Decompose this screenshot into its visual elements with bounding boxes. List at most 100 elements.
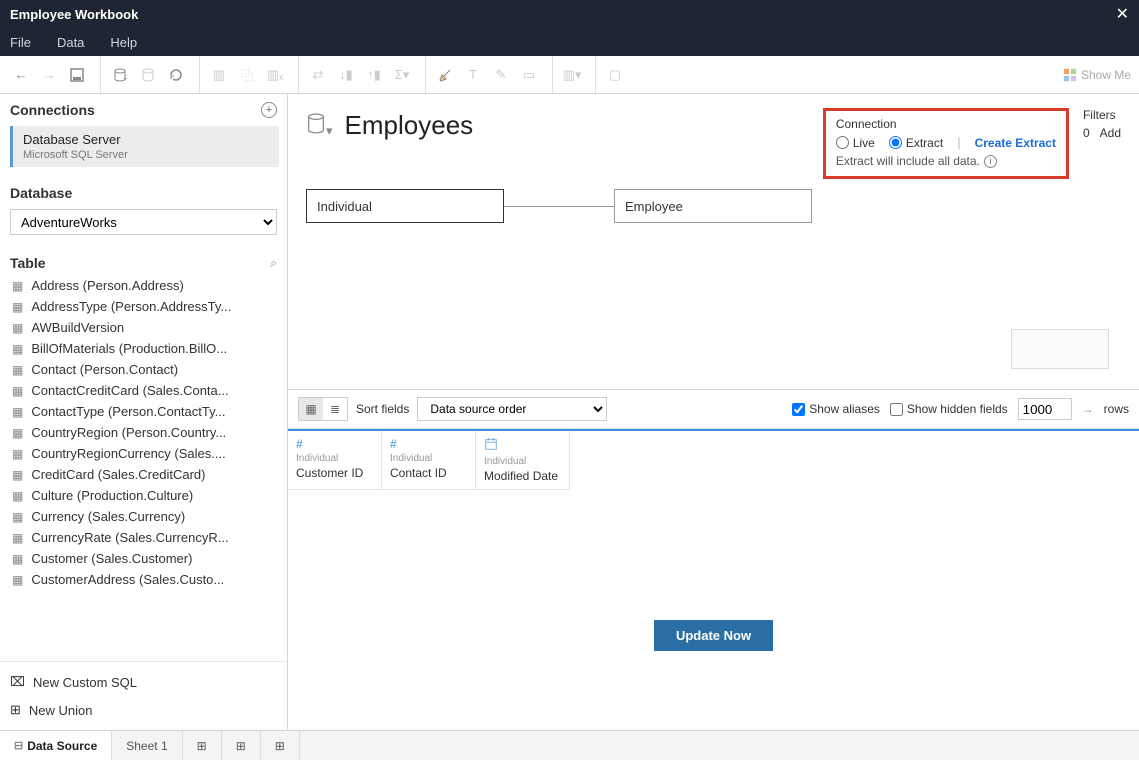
column-header[interactable]: Individual Modified Date — [476, 431, 570, 490]
new-story-icon[interactable]: ⊞ — [261, 731, 300, 760]
datasource-icon: ▾ — [306, 113, 333, 139]
database-header: Database — [10, 185, 72, 201]
worksheet-icon[interactable]: ▭ — [516, 62, 542, 88]
rows-input[interactable] — [1018, 398, 1072, 420]
menu-bar: File Data Help — [0, 28, 1139, 56]
drop-target[interactable] — [1011, 329, 1109, 369]
save-icon[interactable] — [64, 62, 90, 88]
sort-select[interactable]: Data source order — [417, 397, 607, 421]
filters-label: Filters — [1083, 108, 1121, 122]
datasource-name[interactable]: Employees — [345, 110, 474, 141]
table-icon: ▦ — [12, 552, 23, 566]
join-canvas[interactable]: Individual Employee — [288, 149, 1139, 389]
database-select[interactable]: AdventureWorks — [10, 209, 277, 235]
number-type-icon: # — [390, 437, 467, 451]
bottom-tabs: ⊟ Data Source Sheet 1 ⊞ ⊞ ⊞ — [0, 730, 1139, 760]
table-icon: ▦ — [12, 300, 23, 314]
table-icon: ▦ — [12, 426, 23, 440]
totals-icon[interactable]: Σ▾ — [389, 62, 415, 88]
column-header[interactable]: # Individual Contact ID — [382, 431, 476, 490]
table-row[interactable]: ▦CustomerAddress (Sales.Custo... — [4, 569, 283, 590]
refresh-icon[interactable] — [163, 62, 189, 88]
join-table-right[interactable]: Employee — [614, 189, 812, 223]
text-icon[interactable]: T — [460, 62, 486, 88]
column-header[interactable]: # Individual Customer ID — [288, 431, 382, 490]
table-row[interactable]: ▦CountryRegionCurrency (Sales.... — [4, 443, 283, 464]
table-row[interactable]: ▦Contact (Person.Contact) — [4, 359, 283, 380]
create-extract-link[interactable]: Create Extract — [975, 136, 1056, 150]
table-row[interactable]: ▦CreditCard (Sales.CreditCard) — [4, 464, 283, 485]
table-row[interactable]: ▦ContactCreditCard (Sales.Conta... — [4, 380, 283, 401]
search-icon[interactable]: ⌕ — [270, 256, 277, 271]
swap-icon[interactable]: ⇄ — [305, 62, 331, 88]
table-row[interactable]: ▦Customer (Sales.Customer) — [4, 548, 283, 569]
new-sheet-icon[interactable]: ▥ — [206, 62, 232, 88]
show-me-button[interactable]: Show Me — [1063, 68, 1131, 82]
menu-file[interactable]: File — [6, 35, 35, 50]
date-type-icon — [484, 437, 561, 454]
sort-desc-icon[interactable]: ↑▮ — [361, 62, 387, 88]
table-icon: ▦ — [12, 321, 23, 335]
presentation-icon[interactable]: ▢ — [602, 62, 628, 88]
connection-label: Connection — [836, 117, 1056, 131]
table-row[interactable]: ▦AWBuildVersion — [4, 317, 283, 338]
add-connection-icon[interactable]: + — [261, 102, 277, 118]
extract-radio[interactable]: Extract — [889, 136, 943, 150]
new-datasource-icon[interactable]: + — [107, 62, 133, 88]
table-row[interactable]: ▦Address (Person.Address) — [4, 275, 283, 296]
pause-icon[interactable] — [135, 62, 161, 88]
table-row[interactable]: ▦CurrencyRate (Sales.CurrencyR... — [4, 527, 283, 548]
table-icon: ▦ — [12, 573, 23, 587]
live-radio[interactable]: Live — [836, 136, 875, 150]
table-row[interactable]: ▦BillOfMaterials (Production.BillO... — [4, 338, 283, 359]
table-icon: ▦ — [12, 531, 23, 545]
view-list-icon[interactable]: ≣ — [323, 398, 347, 420]
table-icon: ▦ — [12, 384, 23, 398]
join-table-left[interactable]: Individual — [306, 189, 504, 223]
connections-header: Connections — [10, 102, 95, 118]
new-worksheet-icon[interactable]: ⊞ — [183, 731, 222, 760]
view-grid-icon[interactable]: ▦ — [299, 398, 323, 420]
update-now-button[interactable]: Update Now — [654, 620, 773, 651]
show-aliases-checkbox[interactable]: Show aliases — [792, 402, 880, 416]
connection-item[interactable]: Database Server Microsoft SQL Server — [10, 126, 279, 167]
table-row[interactable]: ▦CountryRegion (Person.Country... — [4, 422, 283, 443]
window-title: Employee Workbook — [10, 7, 138, 22]
menu-help[interactable]: Help — [106, 35, 141, 50]
table-row[interactable]: ▦AddressType (Person.AddressTy... — [4, 296, 283, 317]
new-custom-sql[interactable]: ⌧New Custom SQL — [0, 668, 287, 696]
menu-data[interactable]: Data — [53, 35, 88, 50]
back-icon[interactable]: ← — [8, 62, 34, 88]
table-icon: ▦ — [12, 363, 23, 377]
table-row[interactable]: ▦ContactType (Person.ContactTy... — [4, 401, 283, 422]
sort-label: Sort fields — [356, 402, 409, 416]
close-icon[interactable]: ✕ — [1116, 4, 1129, 24]
table-row[interactable]: ▦Culture (Production.Culture) — [4, 485, 283, 506]
number-type-icon: # — [296, 437, 373, 451]
group-icon[interactable]: ✎ — [488, 62, 514, 88]
tab-sheet1[interactable]: Sheet 1 — [112, 731, 182, 760]
sidebar: Connections + Database Server Microsoft … — [0, 94, 288, 730]
table-icon: ▦ — [12, 279, 23, 293]
forward-icon[interactable]: → — [36, 62, 62, 88]
new-dashboard-icon[interactable]: ⊞ — [222, 731, 261, 760]
tab-data-source[interactable]: ⊟ Data Source — [0, 731, 112, 760]
table-row[interactable]: ▦Currency (Sales.Currency) — [4, 506, 283, 527]
table-icon: ▦ — [12, 468, 23, 482]
grid-header: # Individual Customer ID # Individual Co… — [288, 429, 1139, 490]
new-union[interactable]: ⊞New Union — [0, 696, 287, 724]
highlight-icon[interactable] — [432, 62, 458, 88]
canvas-area: ▾ Employees Connection Live Extract | Cr… — [288, 94, 1139, 730]
clear-icon[interactable]: ▥ₓ — [262, 62, 288, 88]
sort-asc-icon[interactable]: ↓▮ — [333, 62, 359, 88]
show-hidden-checkbox[interactable]: Show hidden fields — [890, 402, 1008, 416]
filters-add[interactable]: Add — [1100, 126, 1121, 140]
fit-icon[interactable]: ▥▾ — [559, 62, 585, 88]
sql-icon: ⌧ — [10, 674, 25, 690]
duplicate-icon[interactable]: ⿻ — [234, 62, 260, 88]
grid-body: Update Now — [288, 490, 1139, 730]
table-icon: ▦ — [12, 510, 23, 524]
table-icon: ▦ — [12, 405, 23, 419]
table-icon: ▦ — [12, 447, 23, 461]
table-header: Table — [10, 255, 46, 271]
